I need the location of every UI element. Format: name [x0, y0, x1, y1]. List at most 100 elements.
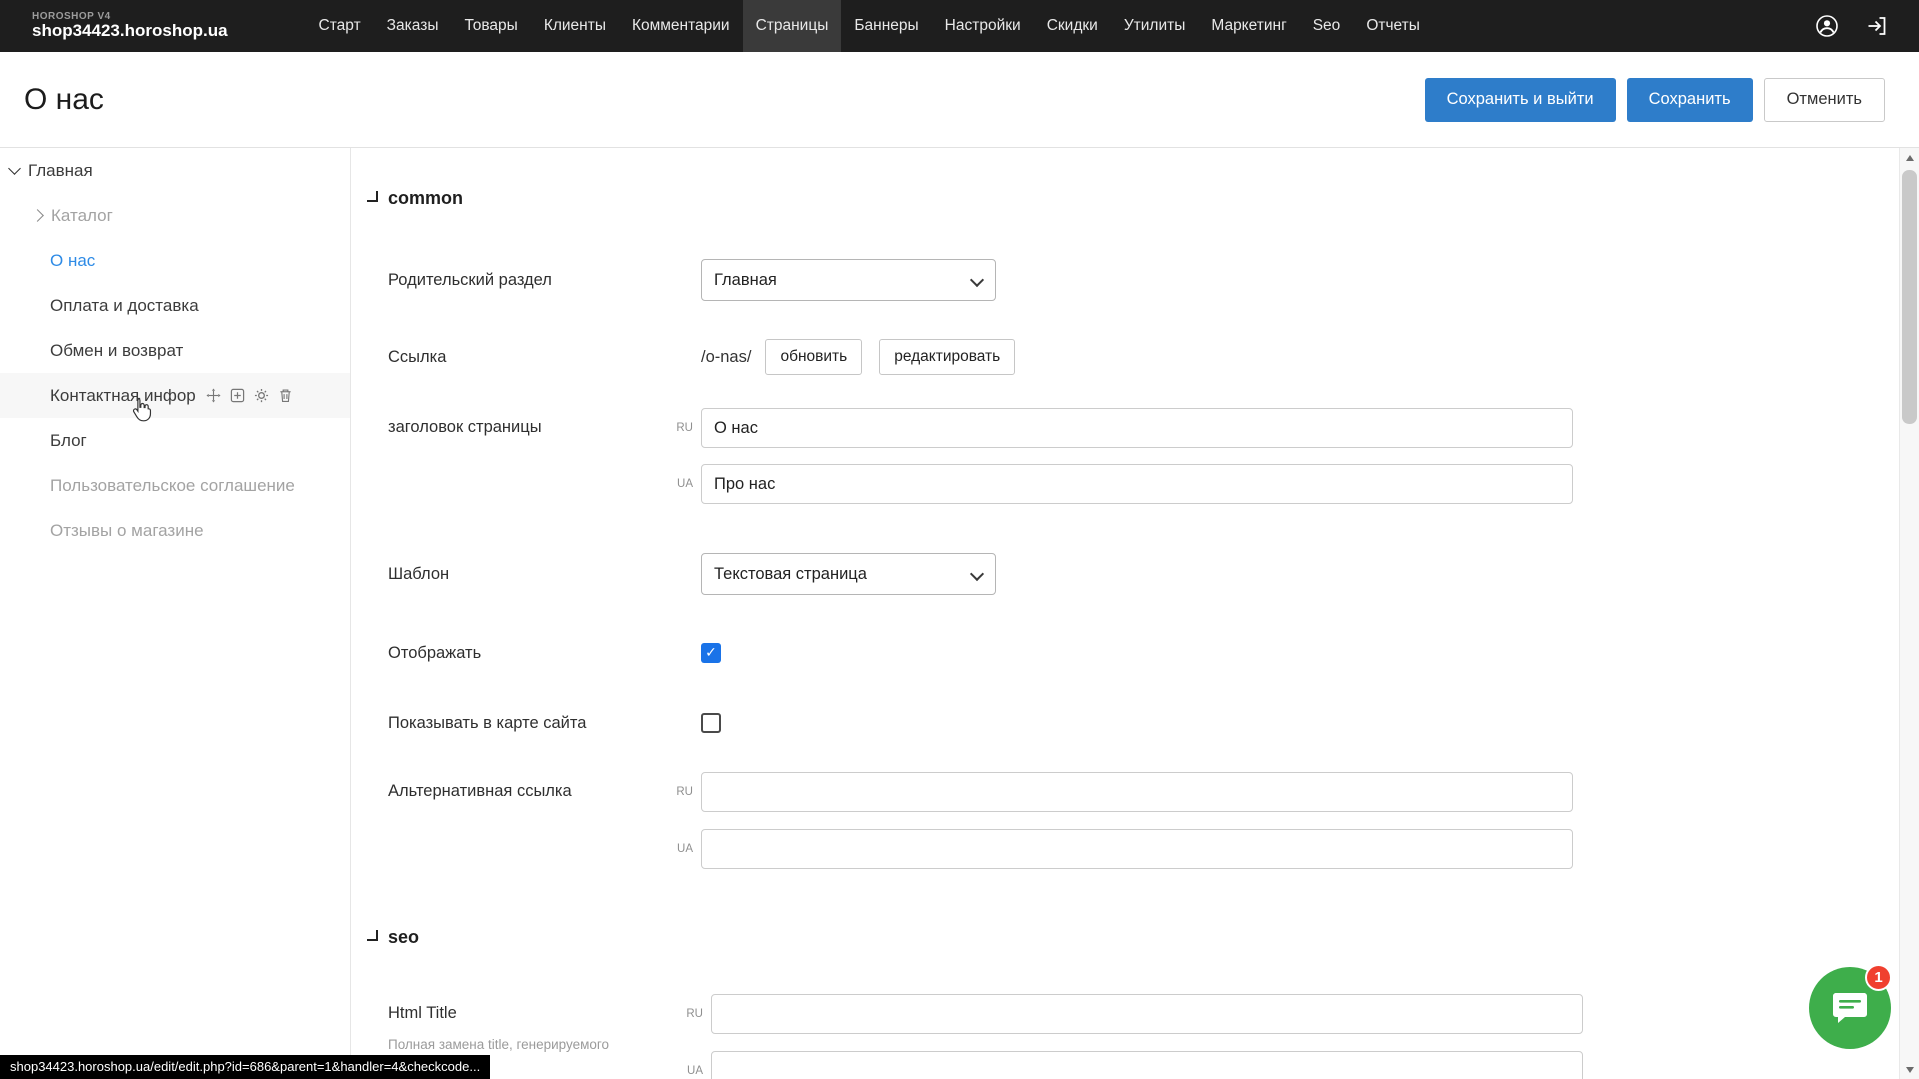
sidebar-item-label: Пользовательское соглашение: [50, 476, 295, 496]
lang-tag-ua: UA: [668, 843, 693, 855]
section-common-title: common: [388, 188, 463, 209]
page-title-ru-input[interactable]: [701, 408, 1573, 448]
cancel-button[interactable]: Отменить: [1764, 78, 1885, 122]
move-icon[interactable]: [206, 388, 221, 403]
refresh-link-button[interactable]: обновить: [765, 339, 862, 375]
html-title-label-block: Html Title Полная замена title, генериру…: [388, 994, 678, 1052]
user-account-icon[interactable]: [1815, 14, 1839, 38]
section-common-toggle[interactable]: common: [367, 188, 1900, 209]
chat-widget-button[interactable]: 1: [1809, 967, 1891, 1049]
sidebar-item-label: Каталог: [51, 206, 113, 226]
sidebar-item-exchange-return[interactable]: Обмен и возврат: [0, 328, 350, 373]
nav-item-products[interactable]: Товары: [451, 0, 530, 52]
nav-item-pages[interactable]: Страницы: [743, 0, 842, 52]
parent-section-label: Родительский раздел: [388, 271, 701, 290]
horoshop-admin-app: HOROSHOP V4 shop34423.horoshop.ua Старт …: [0, 0, 1919, 1079]
alt-link-ua-input[interactable]: [701, 829, 1573, 869]
display-checkbox[interactable]: ✓: [701, 643, 721, 663]
chevron-down-icon: [367, 191, 378, 202]
html-title-ua-input[interactable]: [711, 1051, 1583, 1079]
scroll-up-arrow[interactable]: [1900, 148, 1919, 167]
nav-item-clients[interactable]: Клиенты: [531, 0, 619, 52]
sidebar-item-home[interactable]: Главная: [0, 148, 350, 193]
sidebar-item-payment-delivery[interactable]: Оплата и доставка: [0, 283, 350, 328]
html-title-label: Html Title: [388, 1004, 678, 1023]
brand-logo[interactable]: HOROSHOP V4 shop34423.horoshop.ua: [32, 11, 228, 41]
page-title-ru-line: RU: [668, 408, 1573, 448]
alt-link-ua-line: UA: [668, 829, 1573, 869]
page-title: О нас: [24, 83, 104, 117]
header-actions: Сохранить и выйти Сохранить Отменить: [1425, 78, 1885, 122]
page-title-row: заголовок страницы RU UA: [388, 408, 1900, 504]
chat-bubble-icon: [1831, 990, 1869, 1026]
status-url-preview: shop34423.horoshop.ua/edit/edit.php?id=6…: [0, 1055, 490, 1079]
sidebar-item-user-agreement[interactable]: Пользовательское соглашение: [0, 463, 350, 508]
triangle-up-icon: [1906, 155, 1914, 161]
page-header: О нас Сохранить и выйти Сохранить Отмени…: [0, 52, 1919, 148]
nav-item-utilities[interactable]: Утилиты: [1111, 0, 1199, 52]
save-and-exit-button[interactable]: Сохранить и выйти: [1425, 78, 1616, 122]
template-select[interactable]: Текстовая страница: [701, 553, 996, 595]
sidebar-item-about[interactable]: О нас: [0, 238, 350, 283]
nav-item-settings[interactable]: Настройки: [932, 0, 1034, 52]
alt-link-ru-input[interactable]: [701, 772, 1573, 812]
nav-item-reports[interactable]: Отчеты: [1353, 0, 1433, 52]
nav-item-marketing[interactable]: Маркетинг: [1198, 0, 1299, 52]
lang-tag-ru: RU: [668, 786, 693, 798]
scrollbar-thumb[interactable]: [1902, 170, 1917, 424]
nav-item-seo[interactable]: Seo: [1300, 0, 1354, 52]
main-menu: Старт Заказы Товары Клиенты Комментарии …: [306, 0, 1433, 52]
section-seo-title: seo: [388, 927, 419, 948]
logout-icon[interactable]: [1865, 14, 1889, 38]
chevron-down-icon: [970, 273, 984, 287]
sitemap-checkbox[interactable]: [701, 713, 721, 733]
nav-item-orders[interactable]: Заказы: [374, 0, 452, 52]
settings-gear-icon[interactable]: [254, 388, 269, 403]
sidebar-item-label: Контактная инфор: [50, 386, 196, 406]
vertical-scrollbar[interactable]: [1899, 148, 1919, 1079]
delete-trash-icon[interactable]: [278, 388, 293, 403]
template-label: Шаблон: [388, 565, 701, 584]
nav-item-comments[interactable]: Комментарии: [619, 0, 743, 52]
nav-item-banners[interactable]: Баннеры: [841, 0, 931, 52]
display-row: Отображать ✓: [388, 643, 1900, 663]
alt-link-label: Альтернативная ссылка: [388, 772, 668, 801]
page-body: Главная Каталог О нас Оплата и доставка …: [0, 148, 1919, 1079]
template-row: Шаблон Текстовая страница: [388, 553, 1900, 595]
display-label: Отображать: [388, 644, 701, 663]
sidebar-item-label: Отзывы о магазине: [50, 521, 204, 541]
sidebar-item-catalog[interactable]: Каталог: [0, 193, 350, 238]
sidebar-item-label: Обмен и возврат: [50, 341, 183, 361]
parent-section-select[interactable]: Главная: [701, 259, 996, 301]
link-label: Ссылка: [388, 348, 701, 367]
nav-item-start[interactable]: Старт: [306, 0, 374, 52]
add-page-icon[interactable]: [230, 388, 245, 403]
pages-tree-sidebar: Главная Каталог О нас Оплата и доставка …: [0, 148, 351, 1079]
sitemap-label: Показывать в карте сайта: [388, 714, 701, 733]
template-value: Текстовая страница: [714, 565, 867, 584]
html-title-ru-input[interactable]: [711, 994, 1583, 1034]
parent-section-value: Главная: [714, 271, 777, 290]
lang-tag-ua: UA: [668, 478, 693, 490]
parent-section-row: Родительский раздел Главная: [388, 259, 1900, 301]
section-seo-toggle[interactable]: seo: [367, 927, 1900, 948]
triangle-down-icon: [1906, 1067, 1914, 1073]
html-title-hint: Полная замена title, генерируемого: [388, 1037, 678, 1052]
html-title-row: Html Title Полная замена title, генериру…: [388, 994, 1900, 1079]
chevron-down-icon: [367, 930, 378, 941]
html-title-ua-line: UA: [678, 1051, 1583, 1079]
chevron-right-icon[interactable]: [31, 209, 44, 222]
save-button[interactable]: Сохранить: [1627, 78, 1753, 122]
sidebar-item-blog[interactable]: Блог: [0, 418, 350, 463]
scroll-down-arrow[interactable]: [1900, 1060, 1919, 1079]
nav-item-discounts[interactable]: Скидки: [1034, 0, 1111, 52]
page-title-ua-input[interactable]: [701, 464, 1573, 504]
chevron-down-icon[interactable]: [8, 162, 21, 175]
edit-link-button[interactable]: редактировать: [879, 339, 1015, 375]
chat-unread-badge: 1: [1865, 964, 1892, 991]
sidebar-item-store-reviews[interactable]: Отзывы о магазине: [0, 508, 350, 553]
lang-tag-ru: RU: [678, 1008, 703, 1020]
sidebar-item-contact-info[interactable]: Контактная инфор: [0, 373, 350, 418]
alt-link-row: Альтернативная ссылка RU UA: [388, 772, 1900, 869]
sidebar-item-label: Блог: [50, 431, 87, 451]
